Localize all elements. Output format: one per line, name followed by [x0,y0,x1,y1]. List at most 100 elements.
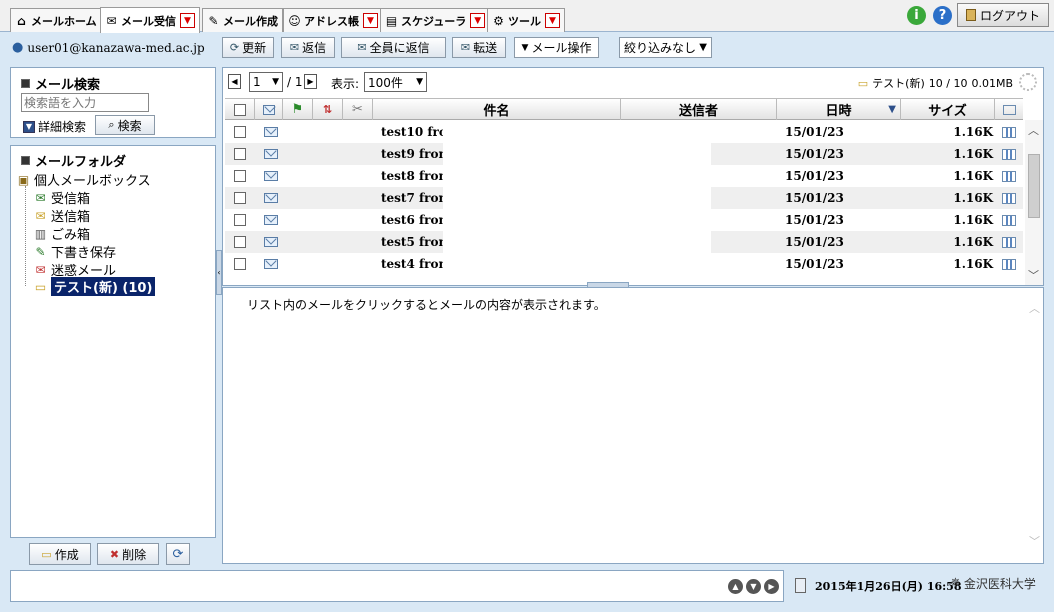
column-date[interactable]: 日時 ▼ [777,99,901,120]
row-checkbox[interactable] [234,192,246,204]
logout-button[interactable]: ログアウト [957,3,1049,27]
row-date: 15/01/23 [785,147,844,161]
scroll-down-icon[interactable]: ﹀ [1028,267,1039,283]
folder-icon: ▭ [857,76,869,90]
row-date: 15/01/23 [785,169,844,183]
forward-button[interactable]: ✉ 転送 [452,37,506,58]
column-settings-icon[interactable] [995,99,1023,120]
tab-scheduler[interactable]: ▤ スケジューラ ▼ [380,8,491,32]
scroll-up-icon[interactable]: ︿ [1028,122,1039,138]
scroll-up-icon[interactable]: ︿ [1029,300,1040,316]
row-size: 1.16K [953,191,993,205]
reply-all-icon: ✉ [357,41,367,54]
nav-down-icon[interactable]: ▼ [746,579,761,594]
search-button[interactable]: ⌕ 検索 [95,115,155,135]
folder-test-new[interactable]: ▭ テスト(新) (10) [33,277,156,296]
mail-operations-menu[interactable]: ▼ メール操作 [514,37,599,58]
table-row[interactable]: test4 from u 15/01/23 1.16K [225,253,1023,275]
nav-next-icon[interactable]: ▶ [764,579,779,594]
priority-icon[interactable]: ⇅ [313,99,343,120]
table-row[interactable]: test10 from 15/01/23 1.16K [225,121,1023,143]
preview-pane-icon[interactable] [1002,126,1016,138]
preview-pane-icon[interactable] [1002,170,1016,182]
attachment-icon[interactable]: ✂ [343,99,373,120]
table-row[interactable]: test5 from u 15/01/23 1.16K [225,231,1023,253]
folder-sent[interactable]: ✉ 送信箱 [33,206,90,226]
flag-icon[interactable]: ⚑ [283,99,313,120]
next-page-icon[interactable]: ▶ [304,74,317,89]
row-size: 1.16K [953,169,993,183]
row-checkbox[interactable] [234,126,246,138]
help-icon[interactable]: ? [933,6,952,25]
folder-trash[interactable]: ▥ ごみ箱 [33,224,90,244]
dropdown-arrow-icon[interactable]: ▼ [363,13,378,28]
per-page-select[interactable]: 100件 ▼ [364,72,427,92]
read-status-icon[interactable] [255,99,283,120]
scroll-thumb[interactable] [1028,154,1040,218]
envelope-icon [264,149,278,159]
tab-mail-receive[interactable]: ✉ メール受信 ▼ [100,7,200,33]
column-size[interactable]: サイズ [901,99,995,120]
tab-tools[interactable]: ⚙ ツール ▼ [487,8,565,32]
tab-mail-home[interactable]: ⌂ メールホーム [10,8,102,32]
folder-inbox[interactable]: ✉ 受信箱 [33,188,90,208]
row-checkbox[interactable] [234,148,246,160]
delete-folder-button[interactable]: ✖ 削除 [97,543,159,565]
dropdown-arrow-icon[interactable]: ▼ [180,13,195,28]
envelope-icon [264,171,278,181]
preview-pane-icon[interactable] [1002,192,1016,204]
create-folder-button[interactable]: ▭ 作成 [29,543,91,565]
row-date: 15/01/23 [785,235,844,249]
search-input[interactable] [21,93,149,112]
refresh-button[interactable]: ⟳ 更新 [222,37,274,58]
row-subject: test7 from u [381,191,443,205]
reply-button[interactable]: ✉ 返信 [281,37,335,58]
select-all-checkbox[interactable] [225,99,255,120]
tree-line [25,186,26,286]
page-total: / 1 [287,75,303,89]
magnifier-icon: ⌕ [108,118,115,131]
caret-down-icon: ▼ [521,42,529,53]
preview-pane-icon[interactable] [1002,258,1016,270]
folder-drafts[interactable]: ✎ 下書き保存 [33,242,116,262]
column-sender[interactable]: 送信者 [621,99,777,120]
row-checkbox[interactable] [234,258,246,270]
preview-pane-icon[interactable] [1002,148,1016,160]
tab-mail-compose[interactable]: ✎ メール作成 [202,8,283,32]
page-select[interactable]: 1 ▼ [249,72,283,92]
list-scrollbar[interactable]: ︿ ﹀ [1025,120,1043,285]
dropdown-arrow-icon[interactable]: ▼ [470,13,486,28]
status-bar: ▲ ▼ ▶ [10,570,784,602]
table-row[interactable]: test6 from u 15/01/23 1.16K [225,209,1023,231]
row-checkbox[interactable] [234,214,246,226]
row-subject: test9 from u [381,147,443,161]
prev-page-icon[interactable]: ◀ [228,74,241,89]
row-checkbox[interactable] [234,236,246,248]
inbox-icon: ✉ [106,13,117,28]
table-row[interactable]: test7 from u 15/01/23 1.16K [225,187,1023,209]
filter-select[interactable]: 絞り込みなし ▼ [619,37,712,58]
nav-up-icon[interactable]: ▲ [728,579,743,594]
column-subject[interactable]: 件名 [373,99,621,120]
dropdown-arrow-icon[interactable]: ▼ [545,13,560,28]
drafts-icon: ✎ [35,244,46,259]
detail-search-toggle[interactable]: ▼ 詳細検索 [23,118,86,135]
preview-pane-icon[interactable] [1002,236,1016,248]
scroll-down-icon[interactable]: ﹀ [1029,533,1040,549]
row-size: 1.16K [953,235,993,249]
tab-address-book[interactable]: ☺ アドレス帳 ▼ [283,8,383,32]
preview-pane-icon[interactable] [1002,214,1016,226]
sort-desc-icon: ▼ [888,104,896,115]
calendar-icon: ▤ [385,13,398,28]
refresh-folders-button[interactable]: ⟳ [166,543,190,565]
table-row[interactable]: test9 from u 15/01/23 1.16K [225,143,1023,165]
logo-mark-icon: ✵ [950,576,961,591]
folder-personal-mailbox[interactable]: ▣ 個人メールボックス [16,170,151,190]
info-icon[interactable]: i [907,6,926,25]
search-title: メール検索 [21,74,100,93]
reply-all-button[interactable]: ✉ 全員に返信 [341,37,446,58]
tool-icon: ⚙ [493,13,504,28]
mailbox-icon: ▣ [17,172,30,187]
table-row[interactable]: test8 from u 15/01/23 1.16K [225,165,1023,187]
row-checkbox[interactable] [234,170,246,182]
